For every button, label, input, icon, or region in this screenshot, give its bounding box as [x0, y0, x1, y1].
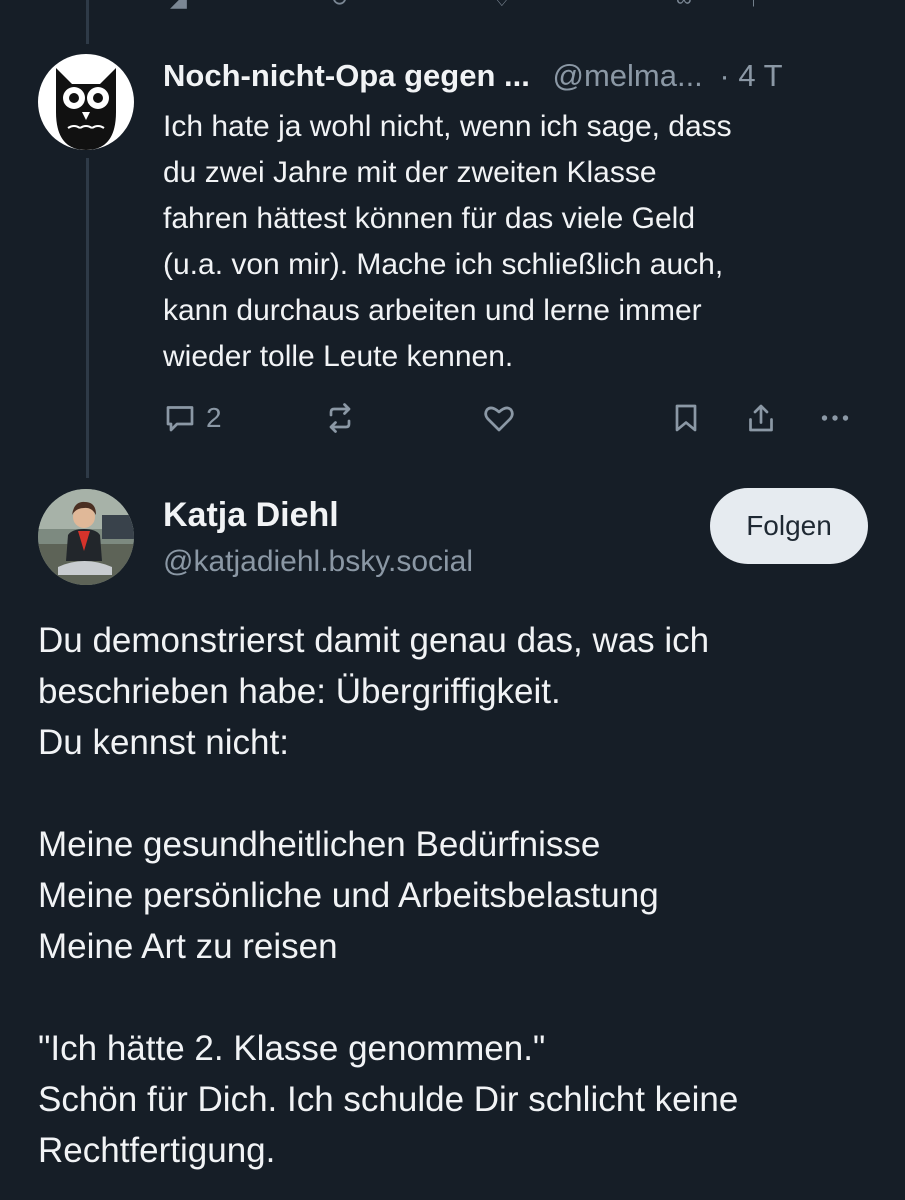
reply-button[interactable]: 2: [162, 398, 222, 438]
owl-icon: [56, 68, 116, 150]
reply-text-line: kann durchaus arbeiten und lerne immer: [163, 294, 702, 327]
reply-author-handle[interactable]: @melma...: [552, 58, 702, 93]
reply-text: Ich hate ja wohl nicht, wenn ich sage, d…: [163, 104, 883, 380]
follow-button[interactable]: Folgen: [710, 488, 868, 564]
repost-button[interactable]: [322, 398, 358, 438]
post-author-name[interactable]: Katja Diehl: [163, 494, 339, 536]
reply-author-name[interactable]: Noch-nicht-Opa gegen ...: [163, 58, 530, 93]
reply-text-line: (u.a. von mir). Mache ich schließlich au…: [163, 248, 724, 281]
repost-icon[interactable]: ↻: [330, 0, 352, 10]
post-text-line: Meine gesundheitlichen Bedürfnisse: [38, 825, 601, 864]
post-text-line: Schön für Dich. Ich schulde Dir schlicht…: [38, 1080, 739, 1119]
heart-icon: [484, 406, 514, 432]
repost-icon: [329, 403, 351, 433]
post-text-line: "Ich hätte 2. Klasse genommen.": [38, 1029, 546, 1068]
more-options-button[interactable]: [817, 398, 853, 438]
reply-text-line: fahren hättest können für das viele Geld: [163, 202, 696, 235]
post-text-line: Du demonstrierst damit genau das, was ic…: [38, 621, 710, 660]
post-text-line: Du kennst nicht:: [38, 723, 289, 762]
ellipsis-icon: [821, 415, 849, 421]
share-button[interactable]: [743, 398, 779, 438]
like-icon[interactable]: ♡: [492, 0, 514, 10]
reply-timestamp[interactable]: · 4 T: [719, 58, 782, 93]
share-icon: [749, 404, 773, 432]
post-text-line: Meine persönliche und Arbeitsbelastung: [38, 876, 659, 915]
post-author-handle[interactable]: @katjadiehl.bsky.social: [163, 542, 473, 582]
reply-text-line: wieder tolle Leute kennen.: [163, 340, 514, 373]
reply-icon[interactable]: ◢: [170, 0, 192, 10]
like-button[interactable]: [481, 398, 517, 438]
reply-header: Noch-nicht-Opa gegen ... @melma... · 4 T: [163, 56, 883, 96]
reply-actions: 2: [0, 398, 905, 442]
bookmark-button[interactable]: [668, 398, 704, 438]
post-text-line: [38, 972, 888, 1023]
reply-count: 2: [206, 402, 222, 433]
post-text-line: beschrieben habe: Übergriffigkeit.: [38, 672, 561, 711]
post-text-line: Rechtfertigung.: [38, 1131, 276, 1170]
post-text-line: Meine Art zu reisen: [38, 927, 338, 966]
avatar[interactable]: [38, 54, 134, 150]
bookmark-icon[interactable]: ∞: [676, 0, 698, 10]
share-icon[interactable]: ↑: [748, 0, 770, 10]
avatar[interactable]: [38, 489, 134, 585]
reply-text-line: du zwei Jahre mit der zweiten Klasse: [163, 156, 657, 189]
thread-connector: [86, 0, 89, 44]
post-text-line: [38, 768, 888, 819]
comment-icon: [166, 406, 194, 432]
post-text: Du demonstrierst damit genau das, was ic…: [38, 615, 888, 1176]
profile-photo: [38, 489, 134, 585]
reply-text-line: Ich hate ja wohl nicht, wenn ich sage, d…: [163, 110, 732, 143]
bookmark-icon: [675, 404, 697, 432]
previous-post-actions: ◢ ↻ ♡ ∞ ↑: [0, 0, 905, 14]
